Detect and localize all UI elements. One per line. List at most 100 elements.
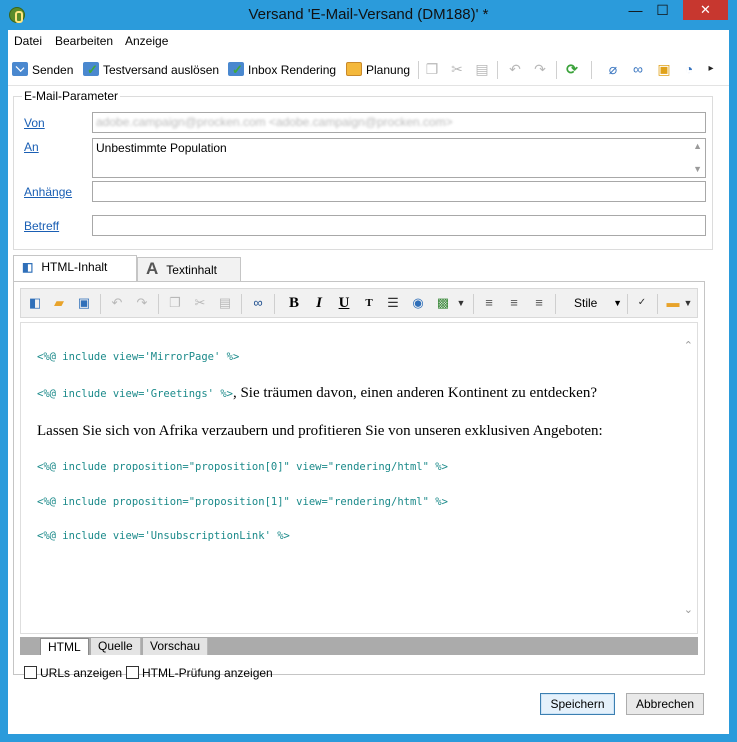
redo-icon[interactable]: ↷: [532, 61, 548, 77]
calendar-icon: [346, 62, 362, 76]
toolbar-separator: [555, 294, 556, 314]
tab-html[interactable]: HTML: [40, 638, 89, 655]
undo-icon[interactable]: ↶: [507, 61, 523, 77]
checkbox-box[interactable]: [126, 666, 139, 679]
menu-anzeige[interactable]: Anzeige: [125, 34, 168, 48]
paste-icon[interactable]: ▤: [217, 295, 233, 311]
layout-dropdown-icon[interactable]: ▼: [680, 295, 696, 311]
show-html-check-checkbox[interactable]: HTML-Prüfung anzeigen: [126, 666, 273, 680]
from-field[interactable]: adobe.campaign@procken.com <adobe.campai…: [92, 112, 706, 133]
menu-datei[interactable]: Datei: [14, 34, 42, 48]
tab-text-content[interactable]: A Textinhalt: [137, 257, 241, 281]
close-button[interactable]: ✕: [683, 0, 728, 20]
html-document-icon: ◧: [22, 260, 34, 274]
email-params-group: E-Mail-Parameter Von adobe.campaign@proc…: [13, 89, 713, 250]
code-line-unsubscription: <%@ include view='UnsubscriptionLink' %>: [37, 530, 290, 542]
show-html-check-label: HTML-Prüfung anzeigen: [142, 666, 273, 680]
html-content-editor[interactable]: <%@ include view='MirrorPage' %> <%@ inc…: [20, 322, 698, 634]
text-size-icon[interactable]: T: [361, 295, 377, 311]
align-center-icon[interactable]: ≡: [506, 295, 522, 311]
africa-text: Lassen Sie sich von Afrika verzaubern un…: [37, 423, 603, 439]
to-link[interactable]: An: [24, 140, 39, 154]
scroll-up-icon[interactable]: ▲: [693, 141, 702, 151]
italic-icon[interactable]: I: [311, 295, 327, 311]
send-button[interactable]: Senden: [12, 61, 73, 79]
gift-icon[interactable]: ▣: [656, 61, 672, 77]
align-left-icon[interactable]: ≡: [481, 295, 497, 311]
code-line-proposition-1: <%@ include proposition="proposition[1]"…: [37, 496, 448, 508]
code-greetings: <%@ include view='Greetings' %>: [37, 388, 233, 400]
toolbar-separator: [418, 61, 419, 79]
layout-menu-icon[interactable]: ▬: [665, 295, 681, 311]
subject-link[interactable]: Betreff: [24, 219, 59, 233]
open-folder-icon[interactable]: ▰: [51, 295, 67, 311]
toolbar-separator: [158, 294, 159, 314]
show-urls-label: URLs anzeigen: [40, 666, 123, 680]
underline-icon[interactable]: U: [336, 295, 352, 311]
copy-icon[interactable]: ❐: [167, 295, 183, 311]
tab-text-label: Textinhalt: [166, 263, 217, 277]
cut-icon[interactable]: ✂: [192, 295, 208, 311]
cancel-button[interactable]: Abbrechen: [626, 693, 704, 715]
save-button[interactable]: Speichern: [540, 693, 615, 715]
from-link[interactable]: Von: [24, 116, 45, 130]
tab-html-label: HTML-Inhalt: [41, 260, 108, 274]
title-bar[interactable]: Versand 'E-Mail-Versand (DM188)' * — ☐ ✕: [0, 0, 737, 30]
subject-field[interactable]: [92, 215, 706, 236]
show-urls-checkbox[interactable]: URLs anzeigen: [24, 666, 122, 680]
attachments-field[interactable]: [92, 181, 706, 202]
spellcheck-icon[interactable]: ✓: [634, 295, 650, 311]
html-editor-panel: ◧ ▰ ▣ ↶ ↷ ❐ ✂ ▤ ∞ B I U T ☰ ◉ ▩ ▼ ≡ ≡ ≡ …: [13, 281, 705, 675]
tab-source[interactable]: Quelle: [91, 638, 141, 655]
redo-icon[interactable]: ↷: [134, 295, 150, 311]
inbox-rendering-button[interactable]: Inbox Rendering: [228, 61, 336, 79]
minimize-button[interactable]: —: [622, 0, 649, 20]
attachments-link[interactable]: Anhänge: [24, 185, 72, 199]
code-line-mirrorpage: <%@ include view='MirrorPage' %>: [37, 351, 240, 363]
link-icon[interactable]: ∞: [630, 61, 646, 77]
align-right-icon[interactable]: ≡: [531, 295, 547, 311]
toolbar-separator: [241, 294, 242, 314]
scroll-down-icon[interactable]: ▼: [693, 164, 702, 174]
toolbar-overflow-icon[interactable]: ▸: [703, 61, 719, 77]
planning-button[interactable]: Planung: [346, 61, 410, 79]
refresh-icon[interactable]: ⟳: [564, 61, 580, 77]
scroll-up-icon[interactable]: ⌃: [684, 339, 693, 352]
main-toolbar: Senden Testversand auslösen Inbox Render…: [8, 54, 729, 86]
toolbar-separator: [627, 294, 628, 314]
paste-icon[interactable]: ▤: [474, 61, 490, 77]
to-value: Unbestimmte Population: [96, 141, 227, 155]
toolbar-separator: [497, 61, 498, 79]
greetings-line: <%@ include view='Greetings' %>, Sie trä…: [37, 385, 597, 402]
save-disk-icon[interactable]: ▣: [76, 295, 92, 311]
new-document-icon[interactable]: ◧: [27, 295, 43, 311]
checkbox-box[interactable]: [24, 666, 37, 679]
bullet-list-icon[interactable]: ☰: [385, 295, 401, 311]
planning-label: Planung: [366, 63, 411, 77]
attachment-icon[interactable]: ⌀: [605, 61, 621, 77]
image-dropdown-icon[interactable]: ▼: [453, 295, 469, 311]
dialog-window: Versand 'E-Mail-Versand (DM188)' * — ☐ ✕…: [0, 0, 737, 742]
cut-icon[interactable]: ✂: [449, 61, 465, 77]
tab-preview[interactable]: Vorschau: [143, 638, 209, 655]
globe-link-icon[interactable]: ◉: [410, 295, 426, 311]
tab-html-content[interactable]: ◧ HTML-Inhalt: [13, 255, 137, 281]
menu-bearbeiten[interactable]: Bearbeiten: [55, 34, 113, 48]
personalize-icon[interactable]: ◔: [681, 61, 697, 77]
undo-icon[interactable]: ↶: [109, 295, 125, 311]
toolbar-separator: [274, 294, 275, 314]
scroll-down-icon[interactable]: ⌄: [684, 603, 693, 616]
copy-icon[interactable]: ❐: [424, 61, 440, 77]
find-binoculars-icon[interactable]: ∞: [250, 295, 266, 311]
maximize-button[interactable]: ☐: [649, 0, 676, 20]
test-send-button[interactable]: Testversand auslösen: [83, 61, 219, 79]
styles-dropdown[interactable]: Stile ▼: [570, 293, 624, 313]
dialog-client: Datei Bearbeiten Anzeige Senden Testvers…: [8, 30, 729, 734]
test-send-label: Testversand auslösen: [103, 63, 220, 77]
insert-image-icon[interactable]: ▩: [435, 295, 451, 311]
inbox-rendering-label: Inbox Rendering: [248, 63, 337, 77]
greetings-text: , Sie träumen davon, einen anderen Konti…: [232, 385, 597, 401]
view-mode-tabs: HTML Quelle Vorschau: [20, 637, 698, 655]
to-field[interactable]: Unbestimmte Population ▲ ▼: [92, 138, 706, 178]
bold-icon[interactable]: B: [286, 295, 302, 311]
